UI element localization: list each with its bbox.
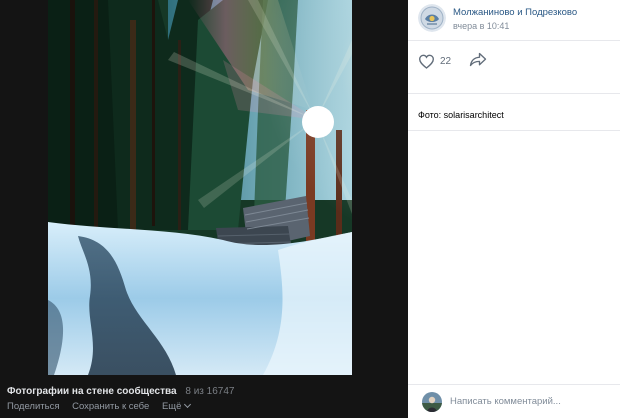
photo-viewer: Фотографии на стене сообщества 8 из 1674… bbox=[0, 0, 408, 418]
share-arrow-icon bbox=[469, 52, 487, 67]
user-avatar[interactable] bbox=[422, 392, 442, 412]
comment-input[interactable] bbox=[450, 393, 612, 409]
community-logo-icon bbox=[418, 4, 446, 32]
heart-outline-icon bbox=[418, 54, 435, 69]
post-timestamp[interactable]: вчера в 10:41 bbox=[453, 21, 509, 31]
like-count: 22 bbox=[440, 55, 452, 67]
more-actions-label: Ещё bbox=[161, 401, 182, 412]
caption-divider bbox=[408, 130, 620, 131]
save-photo-link[interactable]: Сохранить к себе bbox=[72, 401, 149, 412]
share-photo-link[interactable]: Поделиться bbox=[7, 401, 59, 412]
album-info: Фотографии на стене сообщества 8 из 1674… bbox=[7, 386, 234, 397]
viewer-footer: Фотографии на стене сообщества 8 из 1674… bbox=[0, 375, 408, 418]
comment-bar bbox=[408, 385, 620, 418]
post-header: Молжаниново и Подрезково вчера в 10:41 bbox=[408, 0, 620, 38]
post-panel: Молжаниново и Подрезково вчера в 10:41 2… bbox=[408, 0, 620, 418]
photo-caption: Фото: solarisarchitect bbox=[418, 110, 504, 120]
user-avatar-image bbox=[422, 392, 442, 412]
more-actions-button[interactable]: Ещё bbox=[161, 400, 192, 412]
photo-actions: Поделиться Сохранить к себе Ещё bbox=[7, 400, 192, 412]
reactions-divider bbox=[408, 93, 620, 94]
share-button[interactable] bbox=[469, 52, 487, 72]
community-avatar[interactable] bbox=[418, 4, 446, 32]
post-reactions: 22 bbox=[408, 44, 620, 76]
chevron-down-icon bbox=[184, 400, 192, 409]
wall-photo[interactable] bbox=[48, 0, 352, 375]
photo-image bbox=[48, 0, 352, 375]
community-name-link[interactable]: Молжаниново и Подрезково bbox=[453, 7, 577, 18]
header-divider bbox=[408, 40, 620, 41]
album-title-link[interactable]: Фотографии на стене сообщества bbox=[7, 386, 177, 397]
photo-position: 8 из 16747 bbox=[185, 386, 235, 397]
like-button[interactable]: 22 bbox=[418, 52, 451, 70]
